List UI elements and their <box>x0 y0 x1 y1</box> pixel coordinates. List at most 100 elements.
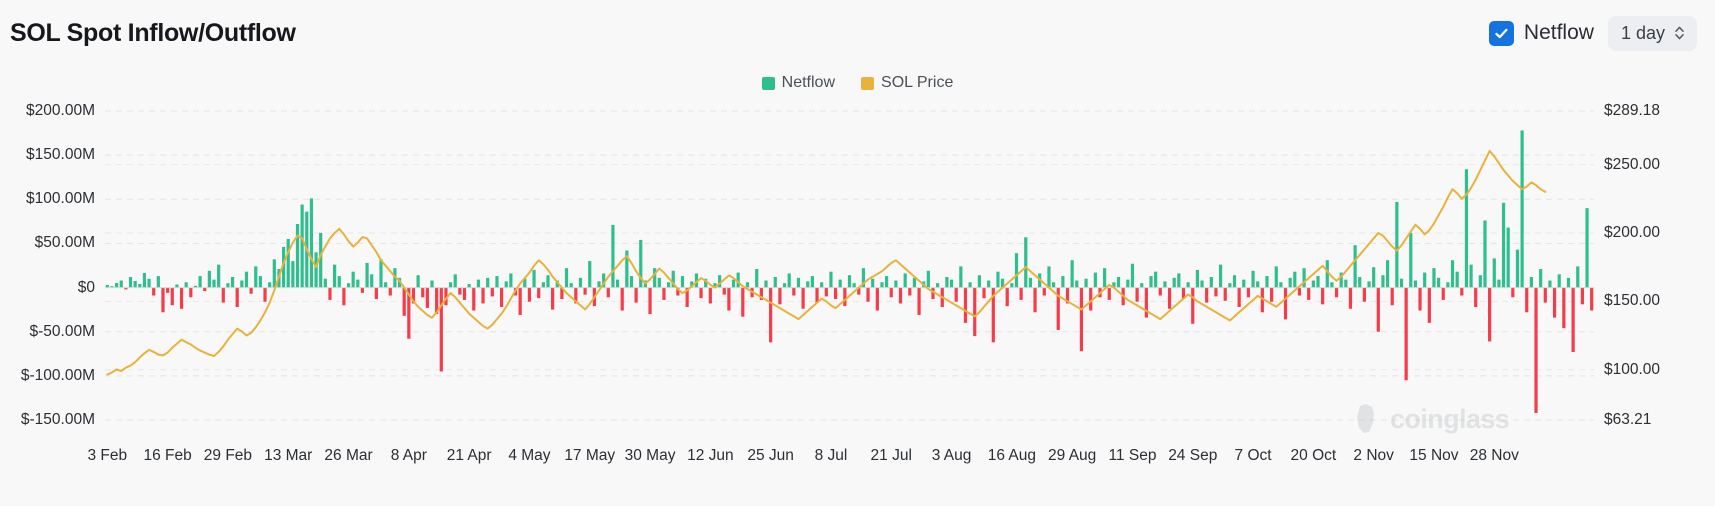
netflow-bar <box>1506 227 1510 288</box>
netflow-bar <box>963 287 968 323</box>
netflow-bar <box>648 287 652 315</box>
netflow-bar <box>1552 287 1557 318</box>
netflow-bar <box>416 275 420 288</box>
netflow-bar <box>532 269 536 288</box>
netflow-bar <box>1052 282 1056 288</box>
netflow-bar <box>1010 283 1014 288</box>
netflow-bar <box>1348 287 1353 309</box>
netflow-bar <box>1385 260 1390 288</box>
legend-item-sol-price[interactable]: SOL Price <box>861 74 953 92</box>
stepper-arrows-icon[interactable] <box>1673 23 1686 43</box>
y-axis-left-tick: $-50.00M <box>29 322 95 340</box>
netflow-bar <box>722 287 726 295</box>
netflow-bar <box>1413 280 1418 288</box>
netflow-bar <box>439 287 443 372</box>
netflow-bar <box>1395 201 1399 288</box>
y-axis-right-tick: $250.00 <box>1604 155 1661 173</box>
netflow-bar <box>249 287 253 294</box>
x-axis-tick: 3 Feb <box>87 447 128 464</box>
chart-page: SOL Spot Inflow/Outflow Netflow 1 day Ne… <box>0 0 1715 506</box>
netflow-bar <box>1154 271 1158 288</box>
netflow-bar <box>1450 260 1455 288</box>
x-axis-tick: 3 Aug <box>931 447 972 464</box>
netflow-bar <box>1218 264 1223 288</box>
netflow-bar <box>295 224 300 288</box>
netflow-bar <box>1311 280 1315 288</box>
netflow-checkbox[interactable] <box>1488 20 1514 46</box>
netflow-bar <box>1103 268 1107 288</box>
netflow-bar <box>189 287 193 298</box>
netflow-bar <box>1455 271 1459 288</box>
y-axis-left-tick: $150.00M <box>26 146 95 164</box>
netflow-bar <box>541 282 545 288</box>
netflow-bar <box>606 287 610 298</box>
netflow-bar <box>221 287 225 303</box>
netflow-bar <box>272 259 276 288</box>
netflow-bar <box>133 280 137 288</box>
netflow-toggle[interactable]: Netflow <box>1488 20 1594 46</box>
netflow-bar <box>1140 283 1144 288</box>
netflow-bar <box>1246 287 1251 298</box>
netflow-bar <box>1418 287 1422 311</box>
x-axis-tick: 25 Jun <box>747 447 794 464</box>
netflow-bar <box>1302 268 1306 288</box>
netflow-checkbox-label: Netflow <box>1523 21 1594 44</box>
chart-canvas[interactable] <box>0 103 1715 506</box>
netflow-bar <box>597 281 601 288</box>
netflow-bar <box>128 276 133 288</box>
netflow-bar <box>569 283 573 288</box>
netflow-bar <box>356 279 360 288</box>
chart-plot-area[interactable]: $200.00M $150.00M $100.00M $50.00M $0 $-50.00… <box>0 102 1715 506</box>
netflow-bar <box>996 271 1000 288</box>
interval-select[interactable]: 1 day <box>1607 15 1697 51</box>
netflow-bar <box>1075 280 1079 288</box>
netflow-bar <box>982 287 986 299</box>
x-axis-tick: 17 May <box>564 447 616 464</box>
netflow-bar <box>1321 287 1325 305</box>
netflow-bar <box>1399 278 1404 288</box>
netflow-bar <box>583 287 587 295</box>
netflow-bar <box>1297 287 1302 296</box>
x-axis-tick: 8 Jul <box>814 447 848 464</box>
netflow-bar <box>1144 287 1148 318</box>
netflow-bar <box>769 287 773 343</box>
netflow-bar <box>782 283 787 288</box>
netflow-bar <box>889 287 893 298</box>
netflow-bar <box>1293 271 1297 288</box>
netflow-bar <box>226 283 230 288</box>
netflow-bar <box>1093 272 1097 288</box>
netflow-bar <box>708 287 712 304</box>
x-axis-tick: 7 Oct <box>1234 447 1272 464</box>
netflow-bar <box>268 282 272 288</box>
netflow-bar <box>866 287 870 302</box>
netflow-bar <box>170 287 174 306</box>
netflow-bar <box>1172 277 1176 288</box>
netflow-bar <box>476 279 481 288</box>
netflow-bar <box>300 204 304 288</box>
netflow-bar <box>1525 287 1529 313</box>
netflow-bar <box>421 287 425 298</box>
netflow-bar <box>1228 283 1232 288</box>
netflow-bar <box>1158 287 1162 296</box>
netflow-bar <box>1047 266 1051 288</box>
netflow-bar <box>1432 268 1436 288</box>
netflow-bar <box>620 287 624 311</box>
netflow-bar <box>161 287 165 313</box>
netflow-bar <box>820 282 824 288</box>
legend-item-netflow[interactable]: Netflow <box>761 74 835 92</box>
netflow-bar <box>1474 287 1478 307</box>
x-axis-tick: 13 Mar <box>264 447 313 464</box>
y-axis-left-tick: $-100.00M <box>20 366 95 384</box>
y-axis-left-tick: $-150.00M <box>20 411 95 428</box>
netflow-bar <box>388 287 392 296</box>
netflow-bar <box>546 275 550 288</box>
netflow-bar <box>147 278 151 288</box>
netflow-bar <box>351 271 355 288</box>
x-axis-tick: 26 Mar <box>324 447 373 464</box>
netflow-bar <box>1441 287 1445 300</box>
netflow-bar <box>926 270 930 288</box>
netflow-bar <box>142 273 147 288</box>
netflow-bar <box>240 280 244 288</box>
netflow-bar <box>1205 287 1209 303</box>
netflow-bar <box>323 278 327 288</box>
